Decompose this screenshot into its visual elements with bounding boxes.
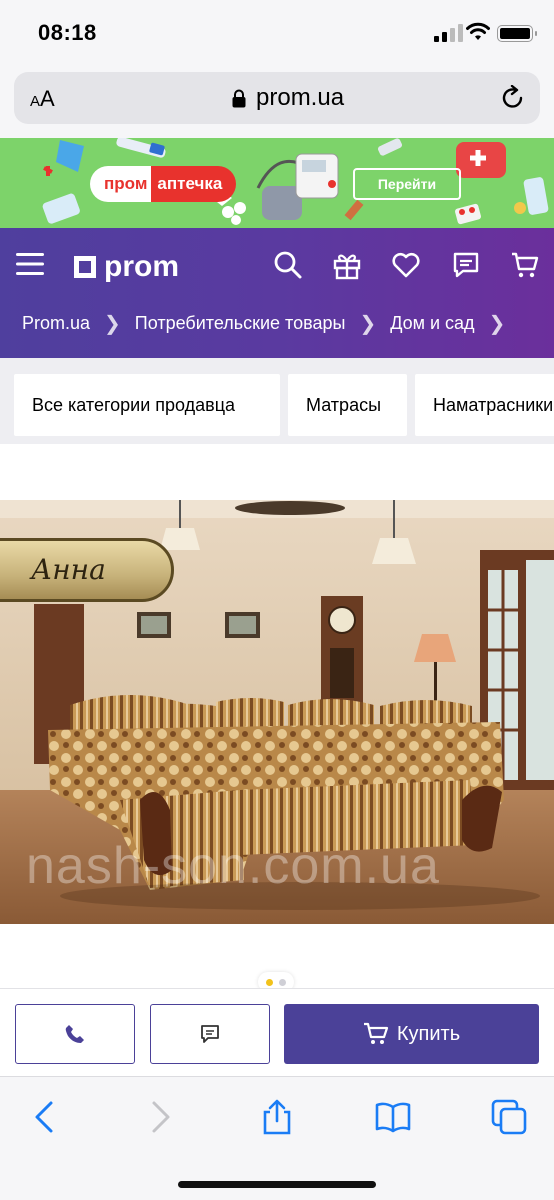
bookmarks-icon[interactable] — [375, 1099, 411, 1135]
chevron-right-icon: ❯ — [488, 313, 506, 335]
breadcrumb: Prom.ua ❯ Потребительские товары ❯ Дом и… — [22, 311, 519, 336]
battery-icon — [497, 25, 537, 42]
text-size-button[interactable]: AA — [30, 86, 55, 112]
apteka-logo: пром аптечка — [90, 166, 237, 202]
phone-icon — [65, 1025, 84, 1043]
home-indicator — [178, 1181, 376, 1188]
banner-go-button[interactable]: Перейти — [353, 168, 461, 200]
heart-icon[interactable] — [391, 250, 421, 280]
promo-banner[interactable]: пром аптечка Перейти — [0, 138, 554, 228]
search-icon[interactable] — [273, 250, 303, 280]
medical-items-illustration — [42, 138, 549, 225]
browser-address-area: AA prom.ua — [0, 66, 554, 138]
cart-icon[interactable] — [510, 250, 540, 280]
site-header: prom Prom.ua ❯ Потребительские товары ❯ … — [0, 228, 554, 358]
gift-icon[interactable] — [332, 250, 362, 280]
chip-all-categories[interactable]: Все категории продавца — [14, 374, 280, 436]
reload-icon[interactable] — [500, 85, 526, 111]
url-domain: prom.ua — [256, 84, 345, 111]
cart-icon — [363, 1022, 388, 1044]
chat-icon[interactable] — [451, 250, 481, 280]
lock-icon — [232, 89, 246, 108]
tabs-icon[interactable] — [491, 1099, 527, 1135]
back-icon[interactable] — [27, 1099, 63, 1135]
menu-icon[interactable] — [16, 252, 44, 276]
chevron-right-icon: ❯ — [359, 313, 377, 335]
wifi-icon — [466, 22, 490, 40]
buy-button[interactable]: Купить — [284, 1004, 539, 1064]
breadcrumb-item[interactable]: Потребительские товары — [135, 313, 346, 334]
forward-icon[interactable] — [142, 1099, 178, 1135]
prom-logo[interactable]: prom — [74, 250, 179, 284]
address-bar[interactable]: AA prom.ua — [14, 72, 540, 124]
status-bar: 08:18 — [0, 0, 554, 66]
message-icon — [201, 1025, 219, 1043]
buy-button-label: Купить — [396, 1022, 461, 1045]
share-icon[interactable] — [259, 1099, 295, 1135]
breadcrumb-item[interactable]: Дом и сад — [390, 313, 474, 334]
chip-mattress-toppers[interactable]: Наматрасники — [415, 374, 554, 436]
call-button[interactable] — [15, 1004, 135, 1064]
chevron-right-icon: ❯ — [104, 313, 121, 335]
message-seller-button[interactable] — [150, 1004, 270, 1064]
prom-logo-mark — [74, 256, 96, 278]
watermark: nash-son.com.ua — [26, 837, 440, 895]
status-time: 08:18 — [38, 20, 97, 45]
product-action-bar: Купить — [0, 988, 554, 1076]
product-image[interactable]: Анна nash-son.com.ua — [0, 500, 554, 924]
category-chips: Все категории продавца Матрасы Наматрасн… — [0, 358, 554, 444]
gallery-dot-active[interactable] — [266, 979, 273, 986]
breadcrumb-item[interactable]: Prom.ua — [22, 313, 90, 334]
product-name-plate: Анна — [0, 538, 174, 602]
chip-mattresses[interactable]: Матрасы — [288, 374, 407, 436]
gallery-dot[interactable] — [279, 979, 286, 986]
cellular-signal-icon — [434, 24, 463, 42]
browser-toolbar — [0, 1076, 554, 1200]
